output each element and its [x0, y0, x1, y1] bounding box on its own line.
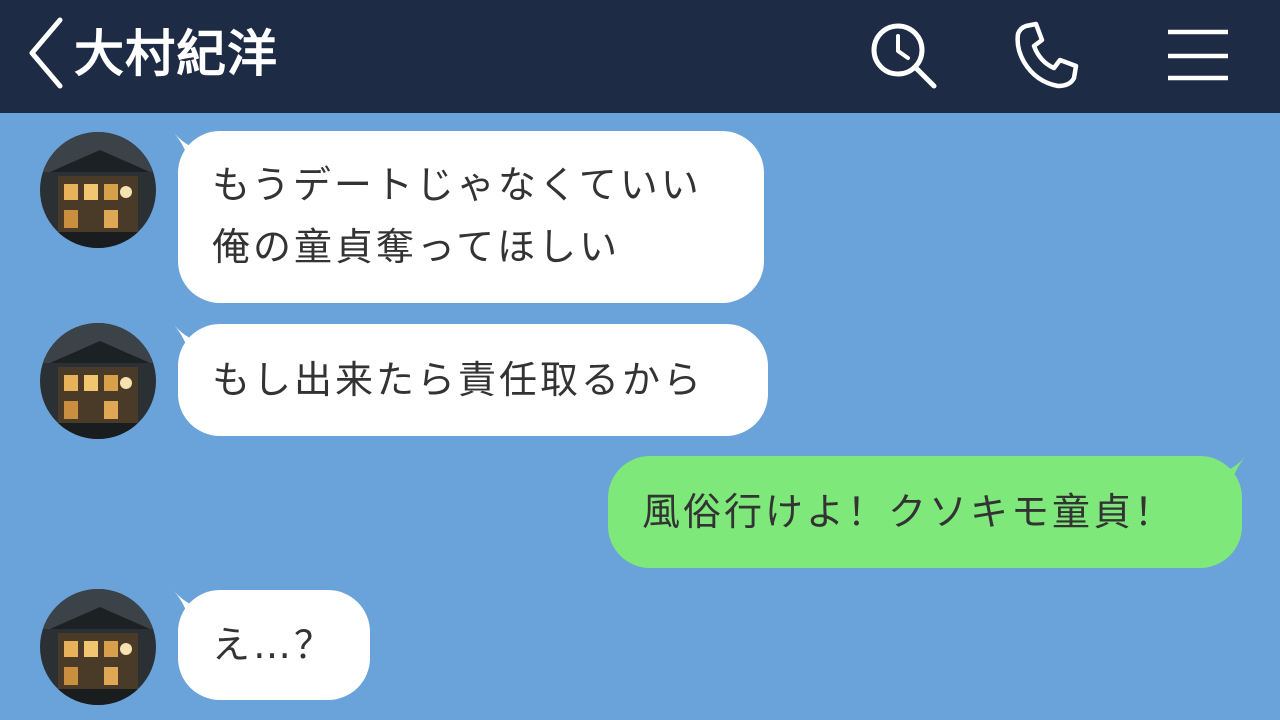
avatar[interactable]	[40, 589, 156, 705]
message-line: 俺の童貞奪ってほしい	[212, 225, 621, 269]
contact-name: 大村紀洋	[74, 25, 278, 83]
avatar-image	[40, 589, 156, 705]
message-bubble-outgoing[interactable]: 風俗行けよ！クソキモ童貞！	[608, 456, 1242, 568]
message-line: もし出来たら責任取るから	[212, 358, 705, 402]
message-line: 風俗行けよ！クソキモ童貞！	[642, 490, 1176, 534]
avatar-image	[40, 132, 156, 248]
message-bubble-incoming[interactable]: もし出来たら責任取るから	[178, 324, 768, 436]
search-clock-icon[interactable]	[866, 18, 942, 94]
avatar-image	[40, 323, 156, 439]
phone-icon[interactable]	[1008, 18, 1084, 94]
chat-header: 大村紀洋	[0, 0, 1280, 113]
message-bubble-incoming[interactable]: もうデートじゃなくていい 俺の童貞奪ってほしい	[178, 131, 764, 303]
chevron-left-icon[interactable]	[24, 14, 68, 92]
chat-area[interactable]: もうデートじゃなくていい 俺の童貞奪ってほしい もし出来たら責任取るから 風俗行…	[0, 113, 1280, 720]
message-line: もうデートじゃなくていい	[212, 163, 702, 207]
message-line: え…？	[212, 623, 336, 667]
avatar[interactable]	[40, 132, 156, 248]
menu-icon[interactable]	[1160, 18, 1236, 94]
message-bubble-incoming[interactable]: え…？	[178, 590, 370, 700]
avatar[interactable]	[40, 323, 156, 439]
